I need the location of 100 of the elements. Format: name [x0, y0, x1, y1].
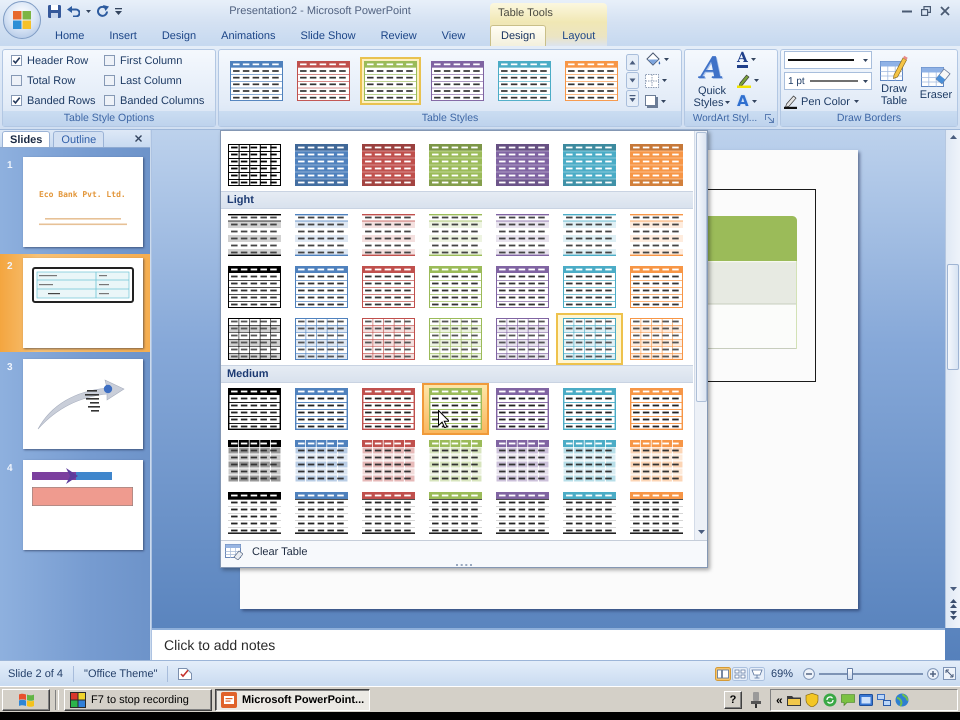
office-logo-icon	[13, 11, 31, 29]
table-option-checkbox[interactable]: Banded Columns	[104, 90, 204, 110]
network-icon[interactable]	[876, 692, 891, 706]
table-option-checkbox[interactable]: Header Row	[11, 50, 104, 70]
table-option-checkbox[interactable]: Total Row	[11, 70, 104, 90]
zoom-percentage: 69%	[770, 668, 793, 680]
ribbon-tab[interactable]: Slide Show	[292, 25, 364, 46]
table-style-item[interactable]	[422, 383, 489, 435]
zoom-in-icon[interactable]	[927, 668, 939, 680]
pen-color-button[interactable]: Pen Color	[784, 93, 872, 110]
slide-title: Eco Bank Pvt. Ltd.	[39, 190, 126, 200]
table-option-checkbox[interactable]: Banded Rows	[11, 90, 104, 110]
slide-count: Slide 2 of 4	[8, 668, 64, 680]
table-style-item[interactable]	[556, 313, 623, 365]
spell-check-icon[interactable]	[178, 668, 192, 680]
scroll-down-icon[interactable]	[626, 72, 639, 89]
pen-style-dropdown[interactable]	[784, 51, 872, 69]
borders-icon	[645, 74, 659, 88]
section-heading: Medium	[221, 365, 693, 383]
globe-icon[interactable]	[894, 692, 909, 706]
pen-weight-dropdown[interactable]: 1 pt	[784, 72, 872, 90]
scroll-thumb[interactable]	[947, 264, 959, 370]
shading-button[interactable]	[645, 52, 669, 68]
checkbox-icon[interactable]	[11, 95, 22, 106]
checkbox-icon[interactable]	[11, 75, 22, 86]
previous-slide-icon[interactable]	[950, 599, 956, 608]
ribbon-tab[interactable]: Design	[490, 25, 546, 46]
dropdown-caret-icon	[664, 58, 669, 61]
checkbox-icon[interactable]	[104, 55, 115, 66]
next-slide-icon[interactable]	[950, 611, 956, 620]
table-option-checkbox[interactable]: First Column	[104, 50, 204, 70]
draw-table-button[interactable]: Draw Table	[874, 54, 914, 106]
clear-table-icon	[225, 544, 243, 560]
table-option-checkbox[interactable]: Last Column	[104, 70, 204, 90]
undo-icon[interactable]	[67, 6, 80, 16]
fit-window-icon[interactable]	[943, 667, 956, 680]
close-icon[interactable]	[135, 135, 142, 142]
save-icon[interactable]	[48, 4, 61, 18]
start-button[interactable]	[2, 688, 50, 710]
checkbox-icon[interactable]	[11, 55, 22, 66]
help-button[interactable]: ?	[724, 690, 742, 708]
scroll-thumb[interactable]	[696, 132, 706, 402]
panel-tab[interactable]: Outline	[53, 131, 104, 147]
show-hidden-icons-button[interactable]: «	[776, 692, 783, 706]
group-label: WordArt Styl...	[685, 111, 777, 126]
normal-view-icon[interactable]	[714, 666, 731, 680]
redo-icon[interactable]	[97, 5, 109, 17]
eraser-button[interactable]: Eraser	[916, 60, 956, 100]
refresh-icon[interactable]	[822, 692, 837, 706]
dropdown-caret-icon	[854, 100, 859, 103]
notes-field[interactable]: Click to add notes	[152, 628, 945, 660]
recorder-icon	[70, 692, 86, 708]
group-label: Draw Borders	[781, 111, 957, 126]
taskbar-button[interactable]: F7 to stop recording	[64, 688, 212, 710]
scroll-up-icon[interactable]	[950, 135, 956, 139]
ribbon-tab[interactable]: Animations	[213, 25, 284, 46]
checkbox-icon[interactable]	[104, 75, 115, 86]
effects-button[interactable]	[645, 94, 669, 110]
window-icon[interactable]	[858, 692, 873, 706]
checkbox-icon[interactable]	[104, 95, 115, 106]
ribbon-tab[interactable]: Home	[47, 25, 92, 46]
more-styles-icon[interactable]	[626, 90, 639, 107]
zoom-out-icon[interactable]	[803, 668, 815, 680]
text-effects-button[interactable]: A	[737, 92, 759, 111]
ribbon-tab[interactable]: Layout	[551, 25, 606, 46]
slide-number: 1	[7, 160, 13, 172]
quick-styles-button[interactable]: A Quick Styles	[689, 52, 735, 108]
ribbon-tab[interactable]: Review	[372, 25, 425, 46]
plug-icon[interactable]	[751, 692, 761, 708]
restore-icon[interactable]	[921, 6, 931, 16]
dropdown-caret-icon	[725, 101, 730, 104]
dropdown-caret-icon	[662, 79, 667, 82]
minimize-icon[interactable]	[902, 10, 912, 12]
solid-line-icon	[788, 59, 854, 61]
panel-tab[interactable]: Slides	[2, 131, 50, 147]
dialog-launcher-icon[interactable]	[765, 114, 774, 123]
scroll-down-icon[interactable]	[698, 530, 704, 534]
clear-table-button[interactable]: Clear Table	[221, 541, 312, 561]
borders-button[interactable]	[645, 72, 669, 88]
close-icon[interactable]	[940, 6, 950, 16]
scroll-down-icon[interactable]	[950, 587, 956, 591]
group-label: Table Style Options	[3, 111, 215, 126]
slide-show-icon[interactable]	[748, 666, 765, 680]
office-button[interactable]	[3, 1, 41, 39]
customize-toolbar-icon[interactable]	[115, 8, 122, 14]
dropdown-caret-icon	[754, 79, 759, 82]
ribbon-tab[interactable]: View	[434, 25, 474, 46]
text-fill-button[interactable]: A	[737, 50, 759, 69]
ribbon-tab[interactable]: Insert	[101, 25, 145, 46]
taskbar-button[interactable]: Microsoft PowerPoint...	[215, 688, 370, 710]
thin-line-icon	[810, 80, 858, 82]
slide-sorter-icon[interactable]	[732, 666, 748, 680]
ribbon-tab[interactable]: Design	[154, 25, 204, 46]
zoom-slider-thumb[interactable]	[847, 668, 854, 680]
shield-icon[interactable]	[804, 692, 819, 706]
scroll-up-icon[interactable]	[626, 54, 639, 71]
gallery-scrollbar[interactable]	[694, 131, 707, 540]
vertical-scrollbar[interactable]	[945, 130, 960, 628]
dropdown-caret-icon	[750, 58, 756, 61]
section-heading: Light	[221, 191, 693, 209]
